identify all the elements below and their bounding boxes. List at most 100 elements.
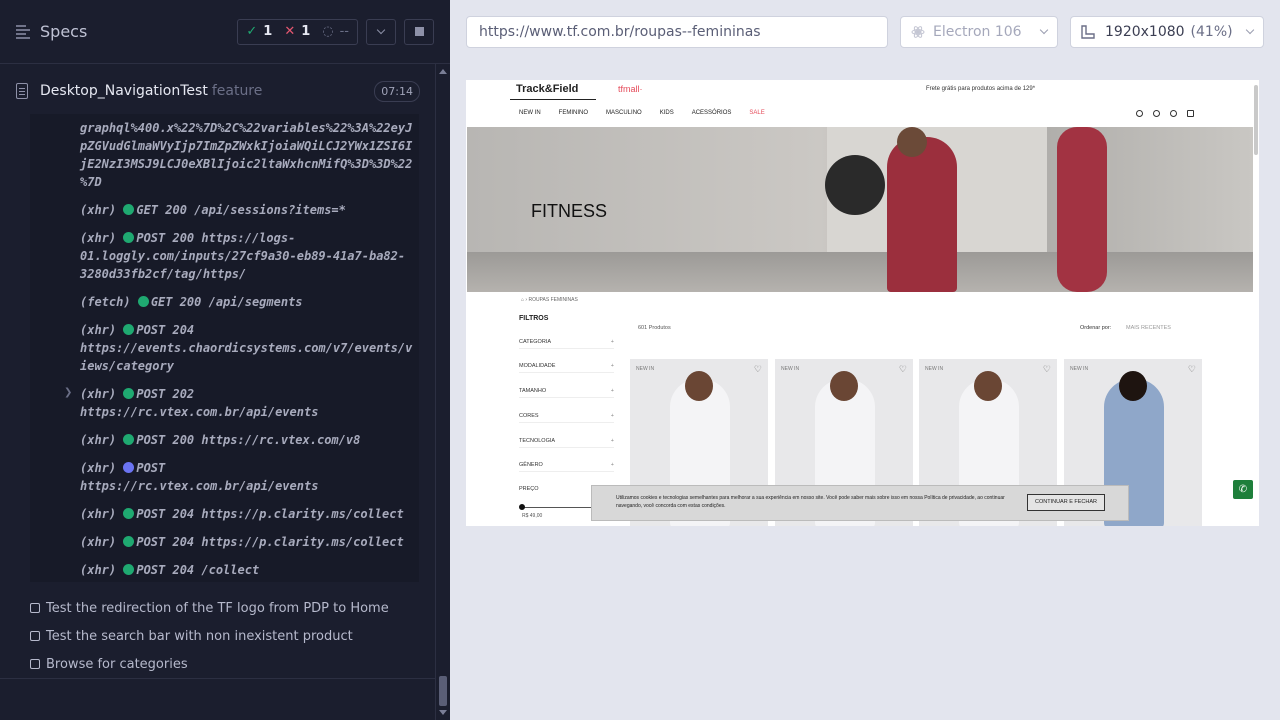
log-line: pZGVudGlmaWVyIjp7ImZpZWxkIjoiaWQiLCJ2YWx…: [80, 139, 413, 153]
log-entry[interactable]: (xhr) GET 200 /api/sessions?items=*: [80, 201, 419, 219]
electron-icon: [911, 26, 925, 38]
ruler-icon: [1081, 25, 1095, 39]
hero-banner[interactable]: FITNESS: [467, 127, 1253, 292]
accept-cookies-button[interactable]: CONTINUAR E FECHAR: [1027, 494, 1105, 511]
failed-count: 1: [301, 24, 311, 39]
specs-header: Specs ✓ 1 ✕ 1 ◌ --: [0, 0, 450, 64]
product-image: [830, 371, 858, 401]
price-filter-label: PREÇO: [519, 486, 539, 492]
tfmall-link[interactable]: tfmall·: [618, 84, 643, 94]
stop-icon: [414, 27, 424, 36]
log-status: POST 204: [136, 323, 195, 337]
plus-icon: +: [610, 438, 614, 444]
price-min: R$ 49,00: [522, 513, 543, 519]
feature-name: Desktop_NavigationTest: [40, 83, 208, 99]
browser-selector[interactable]: Electron 106: [900, 16, 1058, 48]
status-dot-icon: [123, 324, 135, 335]
test-status-icon: [30, 659, 40, 669]
url-bar[interactable]: https://www.tf.com.br/roupas--femininas: [466, 16, 888, 48]
document-icon: [16, 83, 28, 99]
test-item[interactable]: Test the search bar with non inexistent …: [30, 626, 353, 646]
nav-item-sale[interactable]: SALE: [749, 110, 764, 116]
filter-item[interactable]: MODALIDADE +: [519, 363, 614, 373]
sort-label: Ordenar por:: [1080, 325, 1112, 331]
scroll-down-icon[interactable]: [439, 710, 447, 715]
nav-item[interactable]: NEW IN: [519, 110, 541, 116]
heart-icon[interactable]: ♡: [899, 364, 907, 375]
product-image: [685, 371, 713, 401]
filter-item[interactable]: CORES +: [519, 413, 614, 423]
heart-icon[interactable]: ♡: [754, 364, 762, 375]
feature-row[interactable]: Desktop_NavigationTest feature 07:14: [16, 78, 420, 104]
filter-label: CORES: [519, 413, 539, 419]
price-slider[interactable]: [522, 507, 592, 508]
chevron-right-icon[interactable]: ❯: [64, 387, 72, 398]
chevron-down-icon: [376, 25, 386, 35]
nav-item[interactable]: FEMININO: [559, 110, 588, 116]
log-entry[interactable]: (xhr) POST 204 /collect: [80, 561, 419, 579]
test-status-icon: [30, 603, 40, 613]
frame-scrollbar[interactable]: [1254, 85, 1258, 155]
chevron-down-icon: [1245, 25, 1255, 35]
heart-icon[interactable]: ♡: [1188, 364, 1196, 375]
scroll-thumb[interactable]: [439, 676, 447, 706]
filter-item[interactable]: TAMANHO +: [519, 388, 614, 398]
viewport-selector[interactable]: 1920x1080 (41%): [1070, 16, 1264, 48]
log-type: (xhr): [80, 387, 117, 401]
site-logo[interactable]: Track&Field: [516, 83, 578, 95]
athlete-figure: [887, 137, 957, 292]
command-log: graphql%400.x%22%7D%2C%22variables%22%3A…: [30, 114, 419, 582]
shipping-banner: Frete grátis para produtos acima de 129*: [926, 86, 1036, 92]
app-preview[interactable]: Track&Field tfmall· Frete grátis para pr…: [466, 80, 1259, 526]
filter-item[interactable]: CATEGORIA +: [519, 339, 614, 349]
log-entry[interactable]: (xhr) POST 204 https://p.clarity.ms/coll…: [80, 533, 419, 551]
query-text: graphql%400.x%22%7D%2C%22variables%22%3A…: [80, 119, 419, 191]
log-entry[interactable]: (xhr) POST https://rc.vtex.com.br/api/ev…: [80, 459, 419, 495]
whatsapp-icon[interactable]: ✆: [1233, 480, 1253, 499]
test-item[interactable]: Test the redirection of the TF logo from…: [30, 598, 389, 618]
heart-icon[interactable]: [1153, 110, 1160, 117]
athlete-head: [897, 127, 927, 157]
test-item[interactable]: Browse for categories: [30, 654, 188, 674]
heart-icon[interactable]: ♡: [1043, 364, 1051, 375]
nav-item[interactable]: KIDS: [660, 110, 674, 116]
log-entry[interactable]: (xhr) POST 204 https://events.chaordicsy…: [80, 321, 419, 375]
bag-icon[interactable]: [1187, 110, 1194, 117]
sort-select[interactable]: MAIS RECENTES: [1126, 325, 1171, 331]
cookie-text: Utilizamos cookies e tecnologias semelha…: [616, 495, 1005, 509]
scroll-up-icon[interactable]: [439, 69, 447, 74]
filter-item[interactable]: TECNOLOGIA +: [519, 438, 614, 448]
status-dot-icon: [123, 434, 135, 445]
log-line: 01.loggly.com/inputs/27cf9a30-eb89-41a7-…: [80, 249, 406, 263]
specs-title[interactable]: Specs: [40, 22, 87, 41]
specs-list-icon[interactable]: [16, 24, 32, 39]
sidebar-scrollbar[interactable]: [435, 64, 450, 720]
log-entry[interactable]: (xhr) POST 204 https://p.clarity.ms/coll…: [80, 505, 419, 523]
log-entry[interactable]: (fetch) GET 200 /api/segments: [80, 293, 419, 311]
status-dot-icon: [123, 232, 135, 243]
chevron-down-button[interactable]: [366, 18, 396, 45]
feature-extension: feature: [211, 83, 263, 99]
price-slider-handle[interactable]: [519, 504, 525, 510]
nav-item[interactable]: ACESSÓRIOS: [692, 110, 732, 116]
nav-item[interactable]: MASCULINO: [606, 110, 642, 116]
log-entry[interactable]: (xhr) POST 200 https://rc.vtex.com/v8: [80, 431, 419, 449]
breadcrumb[interactable]: ⌂ › ROUPAS FEMININAS: [521, 297, 578, 303]
log-status: POST 204 https://p.clarity.ms/collect: [136, 507, 404, 521]
log-entry[interactable]: (xhr) POST 202 https://rc.vtex.com.br/ap…: [80, 385, 419, 421]
divider: [510, 99, 596, 100]
product-tag: NEW IN: [925, 366, 944, 372]
log-type: (fetch): [80, 295, 131, 309]
status-dot-icon: [123, 536, 135, 547]
log-entry[interactable]: (xhr) POST 200 https://logs- 01.loggly.c…: [80, 229, 419, 283]
search-icon[interactable]: [1136, 110, 1143, 117]
filter-item[interactable]: GÊNERO +: [519, 462, 614, 472]
user-icon[interactable]: [1170, 110, 1177, 117]
stop-button[interactable]: [404, 18, 434, 45]
test-title: Browse for categories: [46, 656, 188, 672]
pending-count: --: [339, 24, 349, 39]
log-status: POST 200 https://rc.vtex.com/v8: [136, 433, 361, 447]
hero-floor: [467, 252, 1253, 292]
product-tag: NEW IN: [1070, 366, 1089, 372]
status-dot-icon: [123, 462, 135, 473]
